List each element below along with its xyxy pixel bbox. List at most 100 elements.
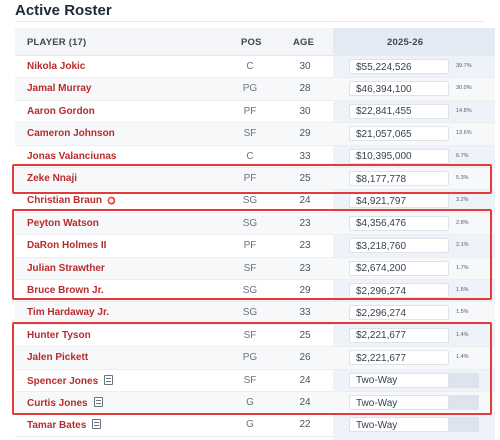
player-name-link[interactable]: Bruce Brown Jr.	[27, 285, 104, 296]
player-name-text[interactable]: Aaron Gordon	[27, 106, 95, 117]
cap-percentage: 2.8%	[456, 219, 469, 226]
player-name-link[interactable]: Christian Braun ⭕	[27, 195, 116, 206]
table-row: Spencer Jones SF 24 Two-Way	[15, 370, 495, 392]
salary-cell: $2,221,677	[349, 327, 449, 343]
table-row: Cameron Johnson SF 29 $21,057,065 13.6%	[15, 123, 495, 146]
salary-amount: $4,921,797	[356, 195, 407, 207]
salary-cell: $10,395,000	[349, 148, 449, 164]
player-name-link[interactable]: Zeke Nnaji	[27, 173, 77, 184]
player-name-link[interactable]: DaRon Holmes II	[27, 240, 106, 251]
player-name-link[interactable]: Hunter Tyson	[27, 330, 91, 341]
player-position: SG	[242, 217, 258, 229]
contract-type: Two-Way	[356, 397, 398, 409]
player-name-link[interactable]: Cameron Johnson	[27, 128, 115, 139]
player-name-text[interactable]: Jonas Valanciunas	[27, 151, 117, 162]
player-name-link[interactable]: Peyton Watson	[27, 218, 99, 229]
player-name-link[interactable]: Aaron Gordon	[27, 106, 95, 117]
player-position: PF	[243, 173, 257, 184]
note-icon[interactable]	[104, 374, 114, 385]
two-way-cell: Two-Way	[349, 372, 449, 388]
player-name-link[interactable]: Julian Strawther	[27, 263, 105, 274]
salary-cell: $2,296,274	[349, 283, 449, 298]
player-name-link[interactable]: Tim Hardaway Jr.	[27, 307, 109, 318]
player-age: 29	[299, 285, 311, 296]
player-name-link[interactable]: Jalen Pickett	[27, 352, 88, 363]
salary-amount: $2,296,274	[356, 307, 407, 319]
player-position: SF	[243, 262, 257, 274]
column-header-pos[interactable]: POS	[241, 37, 262, 48]
salary-amount: $10,395,000	[356, 151, 412, 163]
note-icon[interactable]	[92, 419, 102, 430]
table-row: Zeke Nnaji PF 25 $8,177,778 5.3%	[15, 168, 495, 191]
player-name-text[interactable]: Curtis Jones	[27, 398, 88, 409]
table-row: Jonas Valanciunas C 33 $10,395,000 6.7%	[15, 146, 495, 168]
column-header-player[interactable]: PLAYER (17)	[27, 37, 86, 48]
title-divider	[15, 21, 485, 22]
salary-cell: $55,224,526	[349, 59, 449, 74]
salary-cell: $2,674,200	[349, 260, 449, 276]
column-header-season[interactable]: 2025-26	[387, 37, 423, 48]
table-row: Tim Hardaway Jr. SG 33 $2,296,274 1.5%	[15, 302, 495, 325]
salary-amount: $8,177,778	[356, 173, 407, 185]
player-position: SF	[243, 329, 257, 341]
cap-percentage: 6.7%	[456, 152, 469, 159]
player-age: 30	[299, 105, 311, 117]
player-name-text[interactable]: Nikola Jokic	[27, 61, 85, 72]
player-name-link[interactable]: Spencer Jones	[27, 374, 114, 387]
table-row: Jamal Murray PG 28 $46,394,100 30.0%	[15, 78, 495, 101]
cap-percentage: 1.5%	[456, 287, 469, 293]
salary-cell: $8,177,778	[349, 171, 449, 186]
player-name-text[interactable]: Tamar Bates	[27, 420, 86, 431]
player-name-text[interactable]: Jalen Pickett	[27, 352, 88, 363]
note-icon[interactable]	[93, 397, 103, 407]
player-name-text[interactable]: Peyton Watson	[27, 218, 99, 229]
cap-percentage: 13.6%	[456, 130, 472, 137]
salary-amount: $2,674,200	[356, 263, 407, 275]
player-name-link[interactable]: Tamar Bates	[27, 419, 102, 431]
two-way-cell: Two-Way	[349, 395, 449, 410]
player-position: SG	[242, 195, 258, 207]
salary-cell: $2,296,274	[349, 305, 449, 321]
player-name-text[interactable]: DaRon Holmes II	[27, 240, 106, 251]
contract-type: Two-Way	[356, 375, 398, 387]
player-position: C	[246, 150, 254, 162]
player-name-link[interactable]: Nikola Jokic	[27, 61, 85, 72]
player-name-text[interactable]: Tim Hardaway Jr.	[27, 307, 109, 318]
cap-percentage: 3.2%	[456, 197, 469, 204]
player-name-text[interactable]: Zeke Nnaji	[27, 173, 77, 184]
cap-percentage: 1.4%	[456, 354, 469, 361]
player-age: 30	[299, 61, 311, 72]
cap-percentage: 14.8%	[456, 107, 472, 114]
player-name-text[interactable]: Jamal Murray	[27, 83, 91, 94]
salary-cell: $21,057,065	[349, 126, 449, 142]
player-age: 23	[299, 217, 311, 229]
salary-cell: $46,394,100	[349, 81, 449, 97]
player-name-text[interactable]: Spencer Jones	[27, 376, 98, 387]
player-name-text[interactable]: Julian Strawther	[27, 263, 105, 274]
salary-cell: $3,218,760	[349, 238, 449, 254]
player-age: 26	[299, 352, 311, 364]
player-position: G	[246, 419, 254, 431]
salary-amount: $2,221,677	[356, 352, 407, 364]
player-name-link[interactable]: Jamal Murray	[27, 83, 91, 94]
two-way-cell: Two-Way	[349, 417, 449, 433]
table-row: Aaron Gordon PF 30 $22,841,455 14.8%	[15, 101, 495, 124]
salary-amount: $2,296,274	[356, 285, 407, 297]
player-position: SG	[242, 285, 258, 296]
player-name-text[interactable]: Cameron Johnson	[27, 128, 115, 139]
player-age: 24	[299, 374, 311, 386]
player-position: SF	[243, 374, 257, 386]
table-row: Jalen Pickett PG 26 $2,221,677 1.4%	[15, 347, 495, 370]
player-name-text[interactable]: Christian Braun	[27, 195, 102, 206]
player-name-text[interactable]: Bruce Brown Jr.	[27, 285, 104, 296]
cap-percentage: 39.7%	[456, 63, 472, 69]
two-way-shade	[449, 395, 479, 410]
table-row: Julian Strawther SF 23 $2,674,200 1.7%	[15, 257, 495, 280]
player-name-link[interactable]: Curtis Jones	[27, 397, 103, 409]
player-name-link[interactable]: Jonas Valanciunas	[27, 151, 117, 162]
tag-icon[interactable]: ⭕	[107, 197, 116, 205]
column-header-age[interactable]: AGE	[293, 37, 314, 48]
player-name-text[interactable]: Hunter Tyson	[27, 330, 91, 341]
salary-cell: $22,841,455	[349, 103, 449, 119]
cap-percentage: 5.3%	[456, 175, 469, 181]
